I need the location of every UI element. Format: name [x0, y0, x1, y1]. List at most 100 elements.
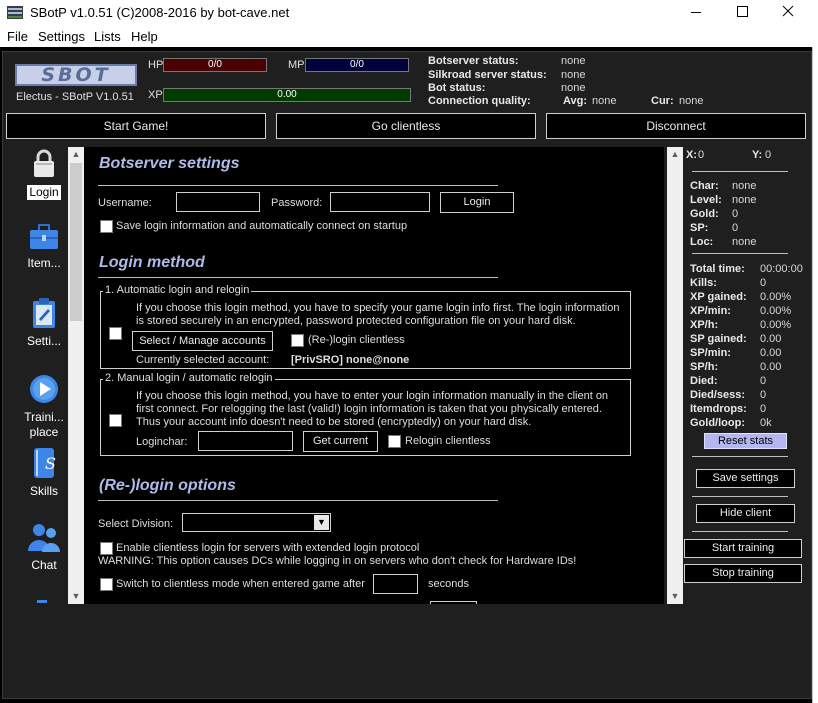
avg-label: Avg:	[563, 95, 588, 107]
go-clientless-button[interactable]: Go clientless	[276, 113, 536, 139]
disconnect-button[interactable]: Disconnect	[546, 113, 806, 139]
password-label: Password:	[271, 197, 323, 209]
start-training-button[interactable]: Start training	[684, 539, 802, 558]
get-current-button[interactable]: Get current	[303, 431, 378, 452]
char-value: none	[732, 180, 757, 192]
chevron-down-icon[interactable]: ▼	[314, 515, 329, 530]
logo-text: SBOT	[41, 64, 111, 86]
division-select[interactable]: ▼	[182, 513, 331, 532]
stat-label: Died/sess:	[690, 389, 746, 401]
loginchar-label: Loginchar:	[136, 436, 188, 448]
reset-stats-button[interactable]: Reset stats	[704, 433, 787, 449]
stat-row: Gold/loop: 0k	[684, 417, 808, 431]
training-stats-list: Total time: 00:00:00 Kills: 0 XP gained: 0.…	[684, 263, 808, 431]
content-scrollbar-left[interactable]: ▲ ▼	[68, 147, 84, 604]
manual-desc-line1: If you choose this login method, you hav…	[136, 390, 609, 402]
manual-desc-line3: Thus your account info doesn't need to b…	[136, 416, 532, 428]
char-info-list: Char: none Level: none Gold: 0 SP: 0 Loc: non…	[684, 180, 808, 250]
stat-row: Died/sess: 0	[684, 389, 808, 403]
stat-value: 0	[760, 375, 767, 387]
username-input[interactable]	[176, 192, 260, 212]
nav-item-training-place[interactable]: Traini... place	[16, 373, 72, 440]
cur-value: none	[679, 95, 704, 107]
stats-divider	[692, 531, 788, 532]
botserver-login-button[interactable]: Login	[440, 192, 514, 213]
automatic-login-radio[interactable]	[109, 327, 122, 340]
menu-file[interactable]: File	[7, 29, 28, 44]
password-input[interactable]	[330, 192, 430, 212]
stats-panel: X: 0 Y: 0 Char: none Level: none Gold: 0 SP…	[684, 145, 808, 601]
nav-item-chat[interactable]: Chat	[16, 521, 72, 573]
content-scrollbar-right[interactable]: ▲ ▼	[667, 147, 683, 604]
hide-client-button[interactable]: Hide client	[696, 504, 795, 523]
switch-clientless-label: Switch to clientless mode when entered g…	[116, 578, 365, 590]
stat-label: Gold/loop:	[690, 417, 745, 429]
scroll-down-arrow-icon[interactable]: ▼	[68, 589, 84, 604]
stat-label: SP gained:	[690, 333, 747, 345]
y-coord-value: 0	[765, 149, 772, 161]
partial-input[interactable]	[430, 601, 477, 604]
app-subtitle: Electus - SBotP V1.0.51	[16, 91, 134, 103]
scroll-up-arrow-icon[interactable]: ▲	[68, 147, 84, 162]
nav-item-skills[interactable]: S Skills	[16, 447, 72, 499]
scroll-thumb[interactable]	[70, 163, 82, 321]
cur-label: Cur:	[651, 95, 674, 107]
nav-item-items[interactable]: Item...	[16, 223, 72, 271]
division-label: Select Division:	[98, 518, 174, 530]
switch-clientless-checkbox[interactable]	[100, 578, 113, 591]
manual-login-title: 2. Manual login / automatic relogin	[103, 372, 275, 384]
automatic-login-group: 1. Automatic login and relogin If you ch…	[100, 284, 631, 369]
seconds-input[interactable]	[373, 574, 418, 594]
menu-settings[interactable]: Settings	[38, 29, 85, 44]
botserver-settings-heading: Botserver settings	[99, 155, 240, 172]
enable-clientless-checkbox[interactable]	[100, 542, 113, 555]
stat-label: XP/h:	[690, 319, 719, 331]
botserver-status-value: none	[561, 55, 586, 67]
nav-item-login[interactable]: Login	[16, 148, 72, 201]
auto-desc-line2: is stored securely in an encrypted, pass…	[136, 315, 576, 327]
save-settings-button[interactable]: Save settings	[696, 469, 795, 488]
start-game-button[interactable]: Start Game!	[6, 113, 266, 139]
stat-label: XP/min:	[690, 305, 731, 317]
menu-help[interactable]: Help	[131, 29, 158, 44]
heading-divider	[98, 277, 498, 278]
nav-label-items: Item...	[27, 256, 61, 270]
menu-lists[interactable]: Lists	[94, 29, 121, 44]
x-coord-value: 0	[698, 149, 705, 161]
stat-value: 0.00%	[760, 291, 792, 303]
manual-login-radio[interactable]	[109, 414, 122, 427]
auto-relogin-clientless-checkbox[interactable]	[291, 334, 304, 347]
stat-row: Kills: 0	[684, 277, 808, 291]
mp-value: 0/0	[350, 59, 364, 70]
stat-row: Died: 0	[684, 375, 808, 389]
seconds-label: seconds	[428, 578, 469, 590]
relogin-options-heading: (Re-)login options	[99, 477, 236, 494]
scroll-down-arrow-icon[interactable]: ▼	[667, 589, 683, 604]
clipboard-icon	[33, 298, 55, 328]
content-panel: Botserver settings Username: Password: L…	[84, 147, 664, 604]
sp-label: SP:	[690, 222, 709, 234]
select-manage-accounts-button[interactable]: Select / Manage accounts	[132, 331, 273, 351]
silkroad-status-value: none	[561, 69, 586, 81]
gold-row: Gold: 0	[684, 208, 808, 222]
title-bar[interactable]: SBotP v1.0.51 (C)2008-2016 by bot-cave.n…	[0, 0, 818, 25]
maximize-button[interactable]	[719, 0, 765, 25]
nav-label-login: Login	[27, 185, 61, 200]
clientless-warning: WARNING: This option causes DCs while lo…	[98, 555, 577, 567]
manual-desc-line2: first connect. For relogging the last (v…	[136, 403, 602, 415]
bot-status-label: Bot status:	[428, 82, 486, 94]
stats-divider	[692, 171, 788, 172]
loginchar-input[interactable]	[198, 431, 293, 451]
stat-row: SP gained: 0.00	[684, 333, 808, 347]
save-login-label: Save login information and automatically…	[116, 220, 408, 232]
scroll-up-arrow-icon[interactable]: ▲	[667, 147, 683, 162]
stop-training-button[interactable]: Stop training	[684, 564, 802, 583]
close-button[interactable]	[765, 0, 811, 25]
save-login-checkbox[interactable]	[100, 220, 113, 233]
minimize-button[interactable]	[673, 0, 719, 25]
nav-label-skills: Skills	[29, 484, 58, 498]
nav-item-settings[interactable]: Setti...	[16, 297, 72, 349]
stat-value: 0	[760, 403, 767, 415]
stat-row: Total time: 00:00:00	[684, 263, 808, 277]
manual-relogin-clientless-checkbox[interactable]	[388, 435, 401, 448]
